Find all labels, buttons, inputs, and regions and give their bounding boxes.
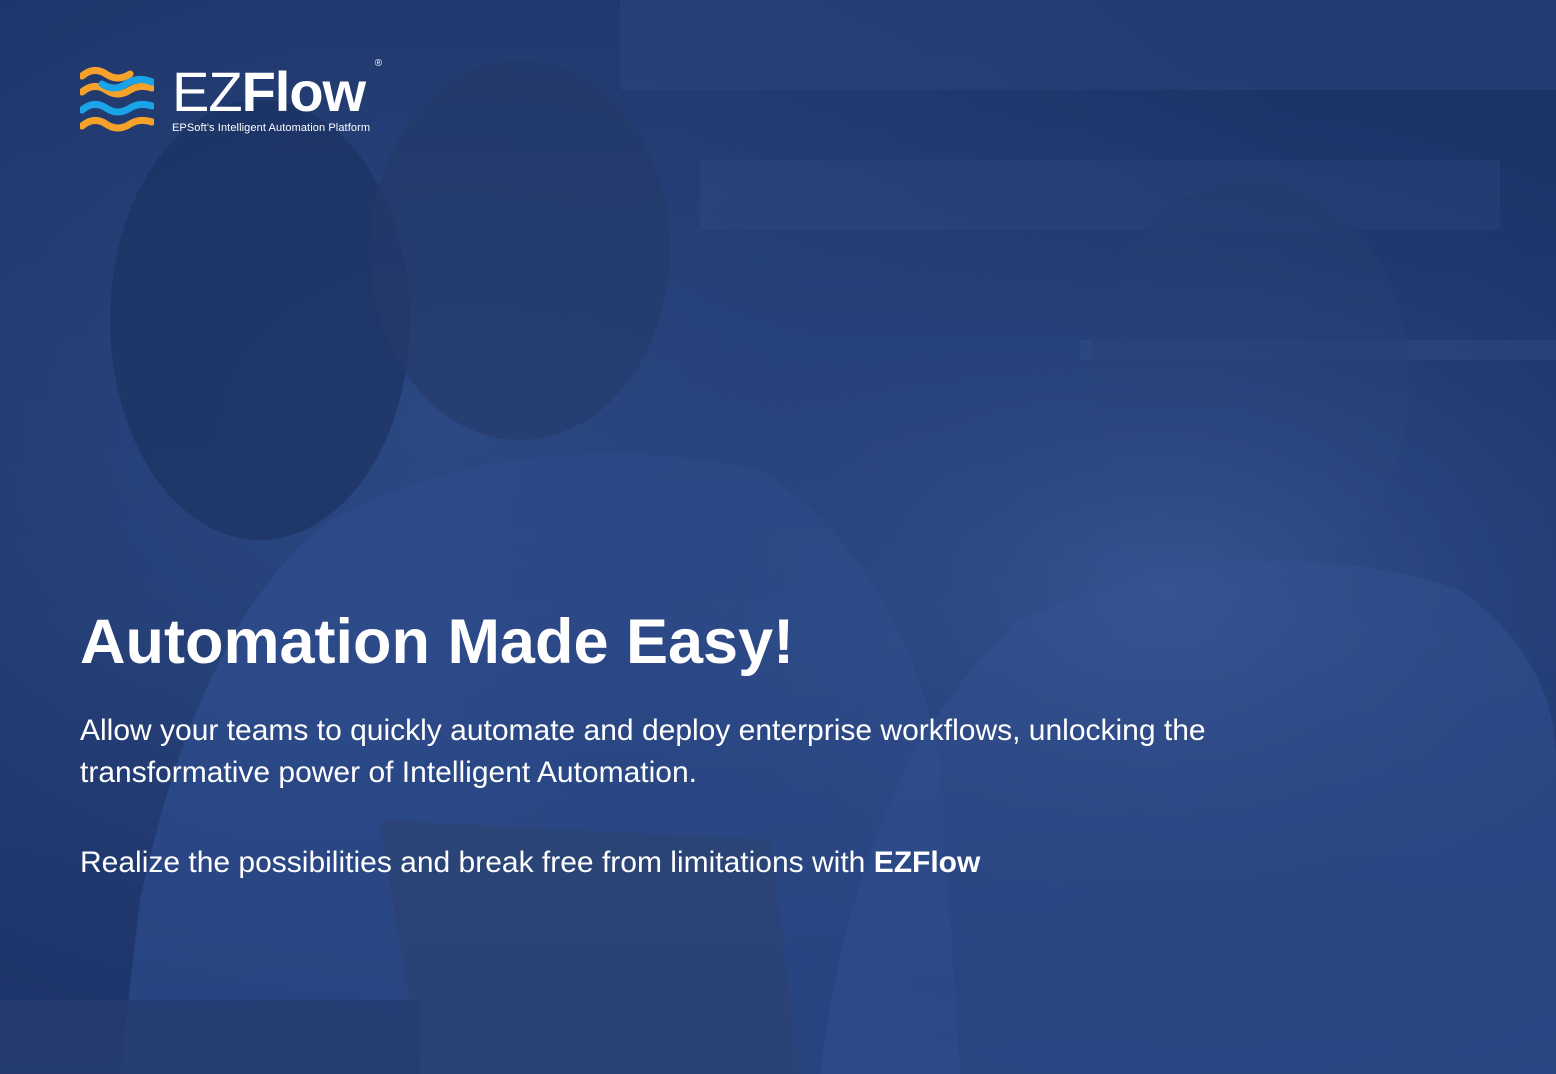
logo-text: EZFlow ® EPSoft's Intelligent Automation…: [172, 58, 382, 134]
cta-brand: EZFlow: [873, 846, 981, 879]
hero-section: EZFlow ® EPSoft's Intelligent Automation…: [0, 0, 1556, 1074]
ezflow-logo: EZFlow ® EPSoft's Intelligent Automation…: [80, 58, 382, 138]
cta-text: Realize the possibilities and break free…: [80, 846, 874, 879]
brand-name-prefix: EZ: [172, 60, 243, 123]
registered-mark: ®: [374, 58, 383, 69]
hero-cta-line: Realize the possibilities and break free…: [80, 842, 980, 884]
brand-tagline: EPSoft's Intelligent Automation Platform: [172, 122, 371, 134]
hero-description: Allow your teams to quickly automate and…: [80, 714, 1206, 789]
brand-name-suffix: Flow: [241, 60, 367, 123]
ezflow-wave-icon: [80, 67, 154, 132]
brand-name: EZFlow: [172, 62, 370, 122]
hero-headline: Automation Made Easy!: [80, 607, 795, 677]
blue-overlay: [0, 0, 1556, 1074]
